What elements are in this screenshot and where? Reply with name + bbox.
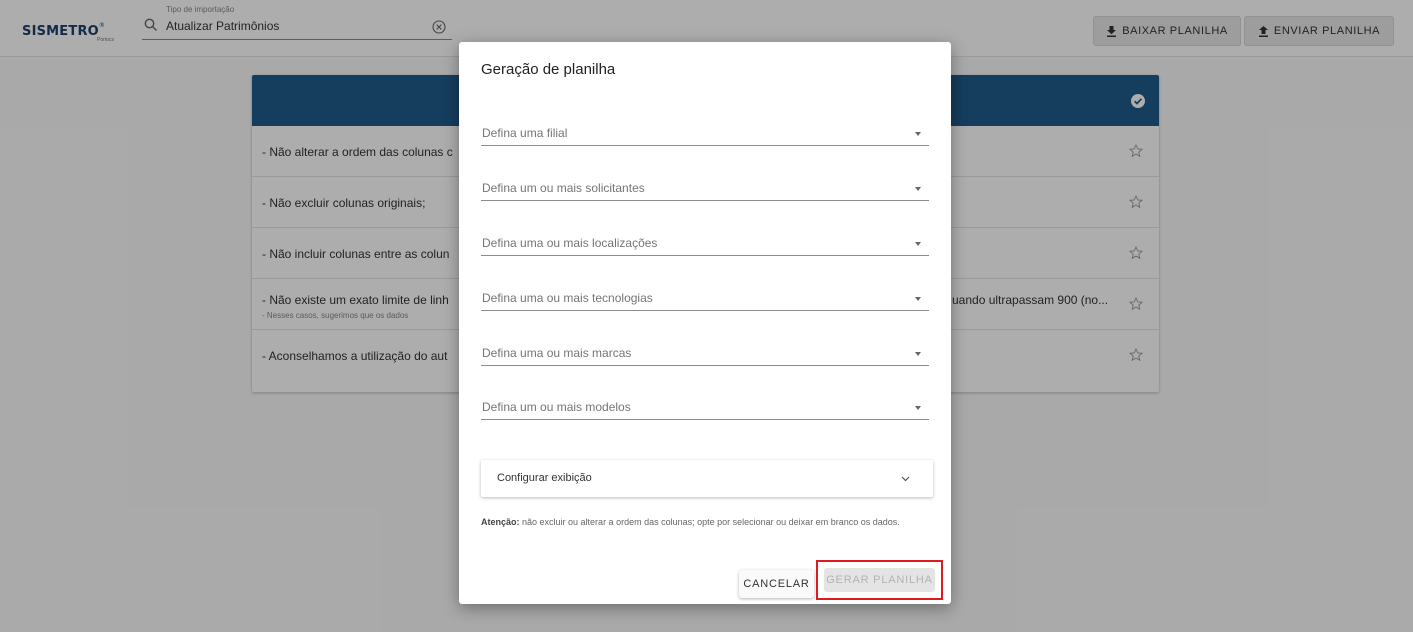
attention-notice: Atenção: não excluir ou alterar a ordem … xyxy=(481,515,921,530)
brands-select-label: Defina uma ou mais marcas xyxy=(482,346,632,360)
sheet-generation-dialog: Geração de planilha Defina uma filial De… xyxy=(459,42,951,604)
models-select[interactable]: Defina um ou mais modelos xyxy=(481,396,929,420)
requesters-select-label: Defina um ou mais solicitantes xyxy=(482,181,645,195)
dropdown-arrow-icon xyxy=(915,132,921,136)
chevron-down-icon xyxy=(901,476,910,482)
dropdown-arrow-icon xyxy=(915,406,921,410)
models-select-label: Defina um ou mais modelos xyxy=(482,400,631,414)
requesters-select[interactable]: Defina um ou mais solicitantes xyxy=(481,177,929,201)
display-settings-label: Configurar exibição xyxy=(497,472,592,484)
brands-select[interactable]: Defina uma ou mais marcas xyxy=(481,342,929,366)
dropdown-arrow-icon xyxy=(915,352,921,356)
locations-select-label: Defina uma ou mais localizações xyxy=(482,236,658,250)
dialog-title: Geração de planilha xyxy=(481,61,616,78)
generate-sheet-button[interactable]: GERAR PLANILHA xyxy=(824,568,935,592)
display-settings-panel[interactable]: Configurar exibição xyxy=(481,460,933,497)
dropdown-arrow-icon xyxy=(915,187,921,191)
generate-sheet-highlight: GERAR PLANILHA xyxy=(816,560,943,600)
attention-notice-label: Atenção: xyxy=(481,517,520,527)
branch-select-label: Defina uma filial xyxy=(482,126,568,140)
branch-select[interactable]: Defina uma filial xyxy=(481,122,929,146)
dropdown-arrow-icon xyxy=(915,242,921,246)
cancel-button[interactable]: CANCELAR xyxy=(739,570,814,598)
dropdown-arrow-icon xyxy=(915,297,921,301)
technologies-select-label: Defina uma ou mais tecnologias xyxy=(482,291,653,305)
locations-select[interactable]: Defina uma ou mais localizações xyxy=(481,232,929,256)
attention-notice-text: não excluir ou alterar a ordem das colun… xyxy=(519,517,900,527)
technologies-select[interactable]: Defina uma ou mais tecnologias xyxy=(481,287,929,311)
